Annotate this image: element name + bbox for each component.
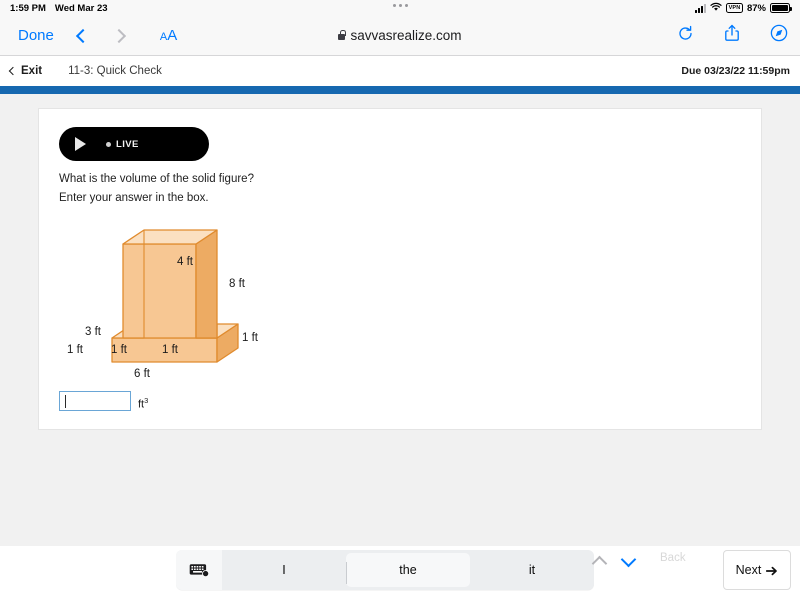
exit-button[interactable]: Exit <box>8 65 43 77</box>
arrow-right-icon <box>766 565 778 576</box>
figure-label-right-depth: 1 ft <box>242 332 258 345</box>
chevron-down-icon[interactable] <box>620 551 637 568</box>
figure-label-left-step: 1 ft <box>111 344 127 357</box>
share-icon[interactable] <box>724 24 740 47</box>
text-size-button[interactable]: A A <box>160 27 177 44</box>
due-date-label: Due 03/23/22 11:59pm <box>681 65 790 77</box>
answer-row: ft3 <box>59 391 148 411</box>
keyboard-accessory-bar: Review process Question 4 of 5 Back <box>0 546 800 600</box>
composite-prism-svg <box>111 229 239 363</box>
address-bar[interactable]: savvasrealize.com <box>270 28 530 43</box>
next-button[interactable]: Next <box>723 550 791 590</box>
keyboard-icon[interactable] <box>176 550 222 590</box>
figure-label-top-width: 4 ft <box>177 256 193 269</box>
accent-divider-bar <box>0 86 800 94</box>
safari-toolbar: Done A A savvasrealize.com <box>0 16 800 56</box>
prediction-option-1[interactable]: I <box>222 550 346 590</box>
figure-label-right-step: 1 ft <box>162 344 178 357</box>
status-bar-right: VPN 87% <box>695 2 792 15</box>
aa-small-letter: A <box>159 31 168 43</box>
next-label: Next <box>735 563 762 577</box>
predictive-text-bar: I the it <box>176 550 594 590</box>
navigation-arrows <box>75 28 126 43</box>
solid-figure-diagram: 4 ft 8 ft 3 ft 1 ft 1 ft 1 ft 1 ft 6 ft <box>59 216 741 391</box>
compass-icon[interactable] <box>770 24 788 47</box>
done-button[interactable]: Done <box>12 25 60 46</box>
prediction-option-2[interactable]: the <box>346 553 470 587</box>
figure-label-height: 8 ft <box>229 278 245 291</box>
live-video-button[interactable]: LIVE <box>59 127 209 161</box>
live-indicator: LIVE <box>106 139 139 150</box>
tall-prism-right-face <box>195 229 218 339</box>
ios-status-bar: 1:59 PM Wed Mar 23 VPN 87% <box>0 0 800 16</box>
tab-indicator-dots[interactable] <box>385 4 415 7</box>
forward-chevron-icon <box>111 28 126 43</box>
live-dot-icon <box>106 141 111 147</box>
status-date: Wed Mar 23 <box>54 2 108 14</box>
field-navigation-arrows <box>591 551 637 572</box>
play-icon <box>75 137 86 151</box>
ghost-text-back: Back <box>660 552 686 564</box>
tab-dot <box>392 4 396 7</box>
vpn-icon: VPN <box>726 3 743 13</box>
back-chevron-icon[interactable] <box>75 28 90 43</box>
tab-dot <box>404 4 408 7</box>
content-area: LIVE What is the volume of the solid fig… <box>0 94 800 546</box>
figure-label-left-depth: 3 ft <box>85 326 101 339</box>
back-chevron-icon <box>8 66 18 76</box>
prediction-option-3[interactable]: it <box>470 550 594 590</box>
lock-icon <box>338 29 346 40</box>
battery-icon <box>770 3 792 13</box>
battery-percent-label: 87% <box>746 2 766 14</box>
tab-dot <box>398 4 402 7</box>
reload-icon[interactable] <box>677 25 694 47</box>
text-caret <box>65 394 66 408</box>
chevron-up-icon <box>591 555 608 572</box>
question-card: LIVE What is the volume of the solid fig… <box>38 108 762 430</box>
status-bar-left: 1:59 PM Wed Mar 23 <box>10 3 108 14</box>
url-text: savvasrealize.com <box>350 28 462 43</box>
cellular-signal-icon <box>695 3 707 13</box>
wifi-icon <box>710 2 722 15</box>
safari-toolbar-right <box>677 24 788 47</box>
live-label: LIVE <box>116 138 139 150</box>
answer-unit-label: ft3 <box>138 396 148 411</box>
status-time: 1:59 PM <box>10 2 46 14</box>
app-sub-header: Exit 11-3: Quick Check Due 03/23/22 11:5… <box>0 56 800 86</box>
figure-label-base-width: 6 ft <box>134 368 150 381</box>
question-prompt-line1: What is the volume of the solid figure? <box>59 173 254 185</box>
question-prompt-line2: Enter your answer in the box. <box>59 191 209 204</box>
aa-large-letter: A <box>167 27 178 44</box>
figure-label-left-base-height: 1 ft <box>67 344 83 357</box>
lesson-title: 11-3: Quick Check <box>68 65 162 77</box>
unit-exponent: 3 <box>144 396 149 406</box>
answer-input[interactable] <box>59 391 131 411</box>
exit-label: Exit <box>21 65 43 77</box>
